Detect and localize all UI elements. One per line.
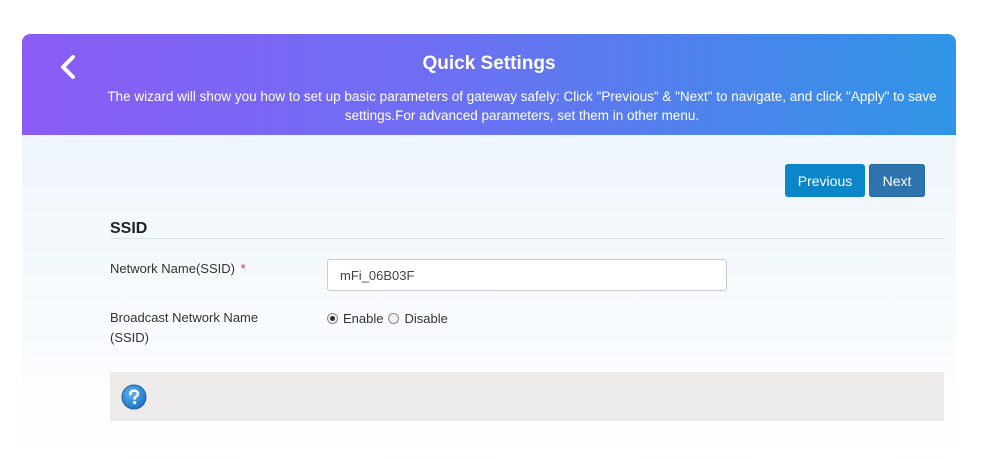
- question-circle-icon[interactable]: [121, 384, 147, 410]
- wizard-header: Quick Settings The wizard will show you …: [22, 34, 956, 135]
- required-mark: *: [240, 261, 246, 276]
- wizard-description: The wizard will show you how to set up b…: [107, 89, 937, 123]
- broadcast-enable-label[interactable]: Enable: [343, 311, 383, 326]
- page-title: Quick Settings: [422, 53, 556, 74]
- wizard-body: Previous Next SSID Network Name(SSID) * …: [22, 135, 956, 459]
- help-bar: [110, 372, 944, 421]
- broadcast-disable-label[interactable]: Disable: [404, 311, 447, 326]
- broadcast-enable-radio[interactable]: [327, 313, 338, 324]
- broadcast-label: Broadcast Network Name (SSID): [110, 310, 259, 345]
- ssid-label-text: Network Name(SSID): [110, 261, 235, 276]
- previous-button[interactable]: Previous: [785, 164, 865, 197]
- section-divider: [110, 238, 944, 239]
- quick-settings-card: Quick Settings The wizard will show you …: [22, 34, 956, 459]
- section-title: SSID: [110, 220, 148, 237]
- ssid-input[interactable]: [327, 259, 727, 291]
- help-button[interactable]: [121, 384, 147, 410]
- ssid-label: Network Name(SSID) *: [110, 259, 246, 279]
- broadcast-radio-group: Enable Disable: [327, 311, 453, 326]
- next-button[interactable]: Next: [869, 164, 925, 197]
- broadcast-disable-radio[interactable]: [388, 313, 400, 324]
